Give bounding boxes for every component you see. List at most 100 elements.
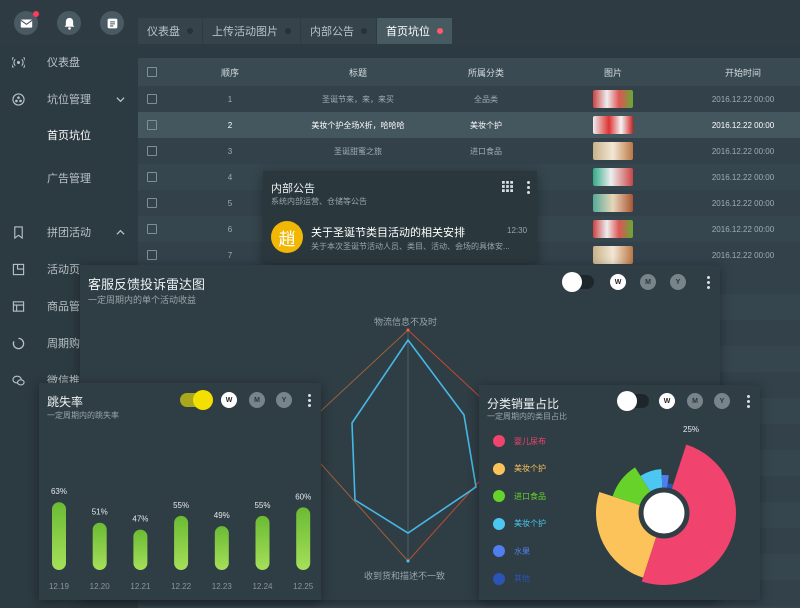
row-checkbox[interactable] [146, 190, 158, 216]
slot-thumbnail[interactable] [593, 168, 633, 186]
row-checkbox[interactable] [146, 138, 158, 164]
more-options-icon[interactable] [307, 393, 311, 407]
radar-toggle[interactable] [562, 272, 594, 292]
legend-swatch [493, 517, 505, 530]
bar-value-label: 51% [92, 508, 108, 517]
cell-category: 全品类 [474, 94, 498, 104]
tab-notice[interactable]: 内部公告 [301, 18, 376, 44]
bell-icon[interactable] [57, 11, 81, 35]
bar[interactable] [174, 515, 189, 570]
cell-order: 5 [227, 198, 233, 208]
slot-thumbnail[interactable] [593, 142, 633, 160]
cell-image[interactable] [578, 86, 648, 112]
bounce-year-pill[interactable]: Y [276, 392, 292, 408]
tab-homepage-slots[interactable]: 首页坑位 [377, 18, 452, 44]
notice-title: 内部公告 [271, 183, 315, 195]
sidebar-item-slot-management[interactable]: 坑位管理 [0, 88, 138, 110]
tab-upload-images[interactable]: 上传活动图片 [203, 18, 300, 44]
bar[interactable] [92, 522, 107, 570]
notice-item-title[interactable]: 关于圣诞节类目活动的相关安排 [311, 224, 465, 240]
tab-close-dot[interactable] [187, 28, 193, 34]
legend-item[interactable]: 婴儿尿布 [493, 435, 546, 447]
slot-thumbnail[interactable] [593, 90, 633, 108]
column-header-title[interactable]: 标题 [298, 58, 418, 86]
more-options-icon[interactable] [706, 275, 710, 289]
notice-item-time: 12:30 [507, 226, 528, 235]
cell-image[interactable] [578, 138, 648, 164]
bounce-bar-chart: 63% 12.19 51% 12.20 47% 12.21 55% 12.22 49% 12.23… [49, 487, 314, 591]
legend-item[interactable]: 其他 [493, 572, 530, 585]
tab-close-dot[interactable] [361, 28, 367, 34]
column-header-image[interactable]: 图片 [578, 58, 648, 86]
column-header-order[interactable]: 顺序 [200, 58, 260, 86]
cell-image[interactable] [578, 112, 648, 138]
cell-start-time: 2016.12.22 00:00 [711, 94, 775, 104]
column-header-category[interactable]: 所属分类 [446, 58, 526, 86]
row-checkbox[interactable] [146, 86, 158, 112]
cell-image[interactable] [578, 216, 648, 242]
bar-value-label: 60% [295, 492, 311, 501]
tab-label: 内部公告 [310, 26, 354, 38]
radar-week-pill[interactable]: W [610, 274, 626, 290]
row-checkbox[interactable] [146, 164, 158, 190]
slot-thumbnail[interactable] [593, 246, 633, 264]
x-tick-label: 12.20 [90, 582, 111, 591]
radar-subtitle: 一定周期内的单个活动收益 [88, 295, 197, 305]
bar[interactable] [214, 526, 229, 570]
slot-thumbnail[interactable] [593, 194, 633, 212]
cell-order: 6 [227, 224, 233, 234]
more-options-icon[interactable] [526, 180, 530, 194]
mail-icon[interactable] [14, 11, 39, 35]
share-week-pill[interactable]: W [659, 393, 675, 409]
legend-item[interactable]: 美妆个护 [493, 462, 546, 475]
tab-dashboard[interactable]: 仪表盘 [138, 18, 202, 44]
tab-close-dot[interactable] [285, 28, 291, 34]
bar[interactable] [52, 502, 66, 570]
slot-thumbnail[interactable] [593, 116, 633, 134]
cell-order: 4 [227, 172, 233, 182]
document-icon[interactable] [100, 11, 124, 35]
tab-close-dot[interactable] [437, 28, 443, 34]
bounce-title: 跳失率 [47, 395, 84, 409]
share-toggle[interactable] [617, 391, 649, 411]
legend-item[interactable]: 进口食品 [493, 490, 546, 502]
sidebar-item-dashboard[interactable]: 仪表盘 [0, 51, 138, 73]
bounce-toggle[interactable] [180, 390, 213, 410]
cell-image[interactable] [578, 164, 648, 190]
legend-swatch [493, 435, 505, 447]
tab-label: 上传活动图片 [212, 26, 278, 38]
more-options-icon[interactable] [746, 394, 750, 408]
table-row[interactable]: 1 圣诞节来，来，来买 全品类 2016.12.22 00:00 [138, 86, 800, 112]
select-all-checkbox[interactable] [146, 58, 158, 86]
row-checkbox[interactable] [146, 112, 158, 138]
radar-year-pill[interactable]: Y [670, 274, 686, 290]
legend-swatch [493, 462, 505, 475]
table-row[interactable]: 2 美妆个护全场X折，哈哈哈 美妆个护 2016.12.22 00:00 [138, 112, 800, 138]
radar-month-pill[interactable]: M [640, 274, 656, 290]
bar[interactable] [255, 515, 270, 570]
bar[interactable] [133, 529, 148, 570]
sidebar-item-homepage-slots[interactable]: 首页坑位 [0, 124, 138, 146]
table-row[interactable]: 3 圣诞甜蜜之旅 进口食品 2016.12.22 00:00 [138, 138, 800, 164]
grid-icon[interactable] [502, 181, 513, 192]
category-pie-chart [596, 444, 737, 586]
bar[interactable] [296, 507, 311, 570]
bounce-week-pill[interactable]: W [221, 392, 237, 408]
legend-label: 美妆个护 [514, 519, 546, 528]
tab-label: 仪表盘 [147, 26, 180, 38]
cell-image[interactable] [578, 190, 648, 216]
sidebar-item-group-buy[interactable]: 拼团活动 [0, 221, 138, 243]
legend-swatch [493, 572, 505, 585]
cell-start-time: 2016.12.22 00:00 [711, 120, 775, 130]
legend-item[interactable]: 水果 [493, 545, 530, 557]
bounce-month-pill[interactable]: M [249, 392, 265, 408]
legend-item[interactable]: 美妆个护 [493, 517, 546, 530]
column-header-start-time[interactable]: 开始时间 [698, 58, 788, 86]
share-year-pill[interactable]: Y [714, 393, 730, 409]
share-month-pill[interactable]: M [687, 393, 703, 409]
row-checkbox[interactable] [146, 216, 158, 242]
legend-label: 美妆个护 [514, 464, 546, 473]
slot-thumbnail[interactable] [593, 220, 633, 238]
sidebar-item-ad-management[interactable]: 广告管理 [0, 167, 138, 189]
wechat-icon [12, 375, 25, 386]
